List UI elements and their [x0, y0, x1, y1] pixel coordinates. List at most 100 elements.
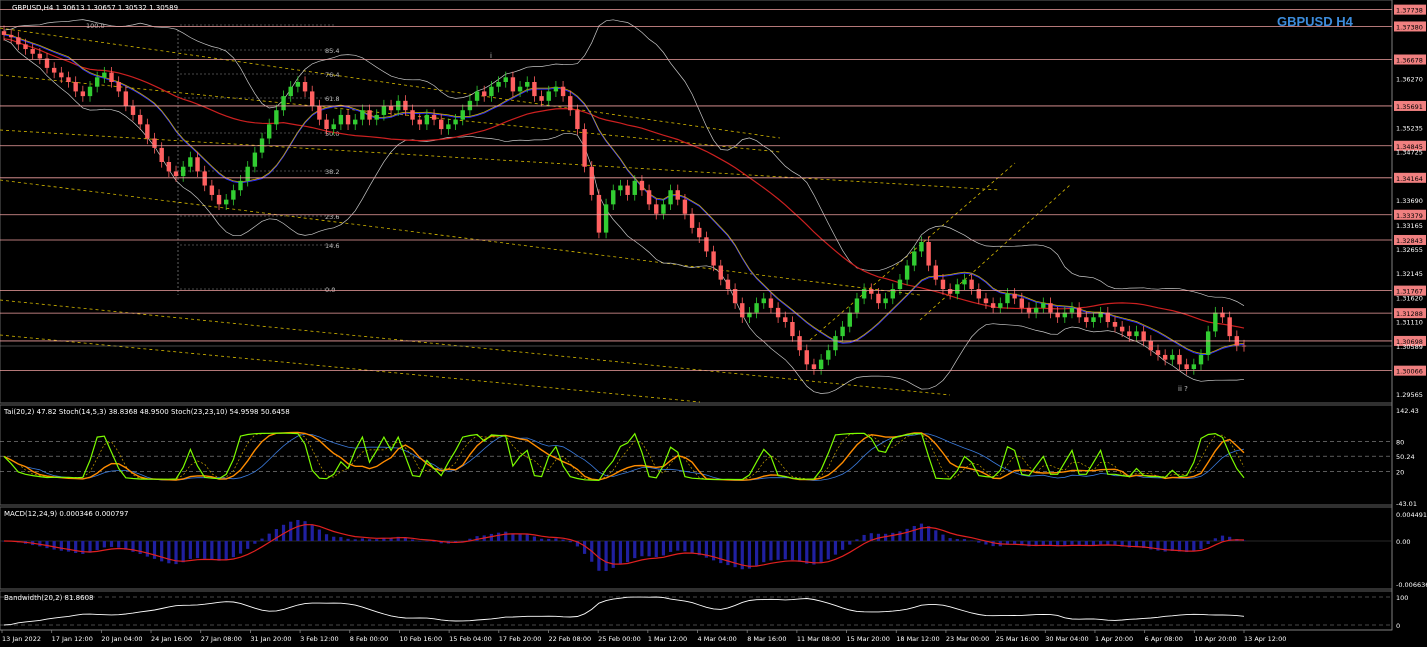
candle-body [410, 110, 415, 120]
macd-histogram-bar [353, 539, 357, 541]
macd-histogram-bar [941, 534, 945, 541]
time-axis-label: 30 Mar 04:00 [1045, 635, 1088, 643]
macd-histogram-bar [267, 533, 271, 541]
candle-body [1105, 312, 1111, 322]
macd-histogram-bar [217, 541, 221, 561]
candle-body [489, 86, 494, 97]
price-axis-label: 1.36270 [1396, 76, 1423, 84]
stochastic-panel[interactable] [0, 404, 1393, 506]
candle-body [338, 114, 344, 125]
macd-histogram-bar [1206, 541, 1210, 545]
macd-histogram-bar [188, 541, 192, 559]
candle-body [503, 77, 508, 82]
price-axis-label: 1.33379 [1396, 212, 1423, 220]
candle-body [73, 82, 78, 92]
macd-histogram-bar [52, 541, 56, 550]
candle-body [940, 279, 946, 290]
candle-body [51, 67, 57, 73]
macd-histogram-bar [410, 539, 415, 541]
candle-body [16, 37, 21, 45]
main-price-panel[interactable] [0, 0, 1393, 404]
macd-histogram-bar [1213, 538, 1217, 541]
price-axis-label: 1.30066 [1396, 368, 1423, 376]
channel-line [0, 334, 701, 403]
candle-body [360, 110, 365, 120]
macd-histogram-bar [568, 541, 572, 543]
price-axis-label: 1.32655 [1396, 246, 1423, 254]
candle-body [582, 129, 587, 167]
candle-body [1091, 317, 1096, 322]
fib-level-label: 85.4 [325, 47, 339, 55]
time-axis-label: 6 Apr 08:00 [1145, 635, 1183, 643]
macd-histogram-bar [339, 537, 343, 541]
candle-body [568, 96, 573, 111]
time-axis-label: 10 Apr 20:00 [1194, 635, 1236, 643]
fib-level-label: 61.8 [325, 95, 339, 103]
macd-histogram-bar [289, 521, 293, 541]
macd-histogram-bar [95, 541, 99, 551]
price-axis-label: 1.35691 [1396, 103, 1423, 111]
bandwidth-scale-label: 0 [1396, 622, 1400, 630]
fib-level-label: 0.0 [325, 286, 335, 294]
candle-body [912, 251, 917, 266]
macd-histogram-bar [375, 539, 379, 541]
candle-body [611, 190, 616, 205]
candle-body [223, 199, 229, 205]
macd-histogram-bar [332, 536, 336, 541]
candle-body [195, 157, 200, 172]
candle-body [575, 110, 580, 130]
stoch-scale-label: 142.43 [1396, 407, 1419, 415]
time-axis-label: 24 Jan 16:00 [151, 635, 192, 643]
trading-chart[interactable]: 100.085.476.461.850.038.223.614.60.0iii … [0, 0, 1427, 647]
macd-histogram-bar [224, 541, 228, 560]
candle-body [969, 279, 974, 290]
candle-body [632, 180, 637, 195]
candle-body [711, 251, 716, 266]
macd-histogram-bar [912, 525, 916, 541]
candle-body [424, 114, 430, 125]
candle-body [403, 100, 408, 111]
candle-body [1119, 326, 1125, 332]
candle-body [302, 82, 308, 92]
macd-histogram-bar [1220, 535, 1225, 541]
candle-body [66, 77, 71, 82]
macd-histogram-bar [618, 541, 623, 565]
macd-histogram-bar [504, 531, 508, 541]
candle-body [460, 110, 465, 120]
candle-body [173, 171, 179, 177]
macd-histogram-bar [181, 541, 185, 563]
bollinger-lower [3, 39, 1245, 394]
candle-body [1076, 307, 1082, 318]
candle-body [453, 119, 458, 125]
macd-histogram-bar [841, 541, 845, 550]
time-axis-label: 23 Mar 00:00 [946, 635, 989, 643]
candle-body [725, 279, 731, 290]
macd-histogram-bar [238, 541, 243, 554]
macd-histogram-bar [676, 541, 680, 551]
stoch-scale-label: 20 [1396, 468, 1404, 476]
price-axis-label: 1.34164 [1396, 175, 1423, 183]
candle-body [682, 199, 688, 214]
macd-histogram-bar [260, 538, 264, 541]
macd-histogram-bar [948, 538, 952, 541]
candle-body [116, 82, 121, 92]
macd-histogram-bar [210, 541, 214, 560]
macd-scale-label: 0.004491 [1396, 511, 1427, 519]
macd-histogram-bar [855, 539, 859, 541]
macd-histogram-bar [1041, 541, 1045, 545]
candle-body [152, 138, 157, 148]
macd-histogram-bar [203, 541, 207, 559]
candle-body [926, 242, 931, 266]
macd-histogram-bar [776, 541, 780, 560]
candle-body [919, 242, 924, 252]
channel-line [0, 129, 1001, 191]
macd-panel[interactable] [0, 506, 1393, 590]
candle-body [1048, 303, 1053, 313]
macd-histogram-bar [145, 541, 149, 557]
candle-body [761, 298, 766, 304]
candle-body [331, 124, 336, 130]
macd-histogram-bar [977, 541, 981, 543]
macd-histogram-bar [919, 523, 924, 541]
macd-histogram-bar [1199, 541, 1203, 549]
candle-body [876, 293, 881, 304]
